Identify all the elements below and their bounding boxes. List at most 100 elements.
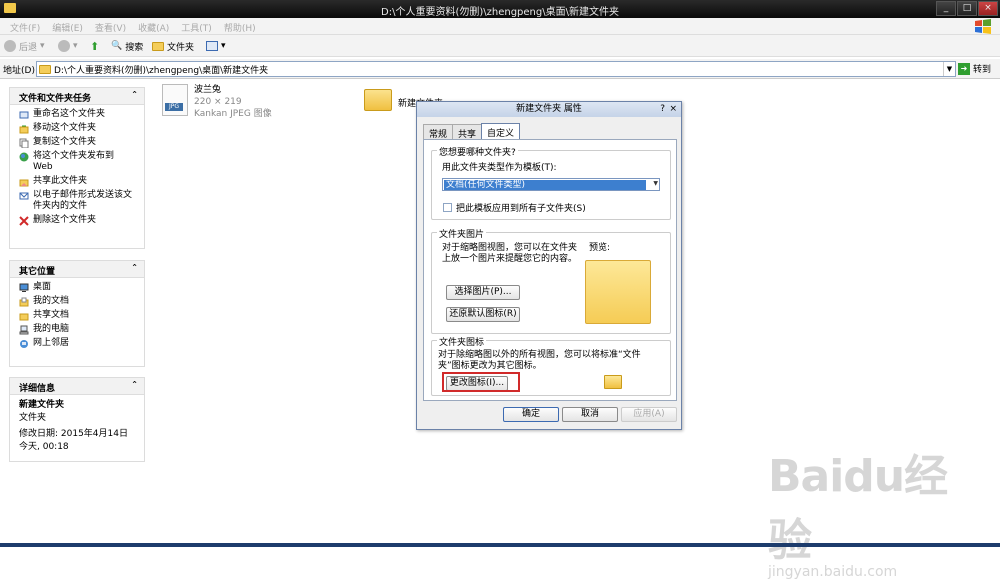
shared-documents-icon [19,313,29,321]
dialog-close-button[interactable]: × [669,102,677,117]
apply-subfolders-checkbox[interactable]: 把此模板应用到所有子文件夹(S) [443,201,586,214]
menu-bar: 文件(F) 编辑(E) 查看(V) 收藏(A) 工具(T) 帮助(H) [0,18,1000,35]
title-bar[interactable]: D:\个人重要资料(勿删)\zhengpeng\桌面\新建文件夹 _ □ × [0,0,1000,18]
restore-default-button[interactable]: 还原默认图标(R) [446,307,520,322]
folder-type-group: 您想要哪种文件夹? 用此文件夹类型作为模板(T): 文档(任何文件类型) ▼ 把… [431,145,671,220]
back-arrow-icon [4,40,16,52]
panel-title: 详细信息 [19,384,56,394]
task-share[interactable]: 共享此文件夹 [19,176,135,187]
task-copy[interactable]: 复制这个文件夹 [19,137,135,148]
close-button[interactable]: × [978,1,998,16]
back-button[interactable]: 后退 ▾ [4,39,45,53]
task-label: 移动这个文件夹 [33,123,97,133]
menu-file[interactable]: 文件(F) [4,18,46,34]
address-bar: 地址(D) D:\个人重要资料(勿删)\zhengpeng\桌面\新建文件夹 ▼… [0,59,1000,79]
folder-icon[interactable] [364,89,392,111]
views-icon [206,41,218,51]
places-panel-header[interactable]: 其它位置 ⌃ [10,261,144,278]
icon-desc: 对于除缩略图以外的所有视图，您可以将标准“文件夹”图标更改为其它图标。 [438,350,641,371]
task-delete[interactable]: 删除这个文件夹 [19,215,135,226]
collapse-icon[interactable]: ⌃ [131,380,138,389]
properties-dialog: 新建文件夹 属性 ? × 常规 共享 自定义 您想要哪种文件夹? 用此文件夹类型… [416,101,682,430]
menu-tools[interactable]: 工具(T) [175,18,218,34]
minimize-button[interactable]: _ [936,1,956,16]
place-my-computer[interactable]: 我的电脑 [19,324,135,335]
task-rename[interactable]: 重命名这个文件夹 [19,109,135,120]
task-label: 以电子邮件形式发送该文件夹内的文件 [33,190,133,211]
back-label: 后退 [19,42,38,53]
dialog-title-bar[interactable]: 新建文件夹 属性 ? × [417,102,681,117]
menu-view[interactable]: 查看(V) [89,18,132,34]
maximize-button[interactable]: □ [957,1,977,16]
place-desktop[interactable]: 桌面 [19,282,135,293]
toolbar: 后退 ▾ ▾ ⬆ 🔍 搜索 文件夹 ▾ [0,35,1000,57]
task-publish-web[interactable]: 将这个文件夹发布到 Web [19,151,135,173]
share-icon [19,179,29,187]
place-my-documents[interactable]: 我的文档 [19,296,135,307]
search-label: 搜索 [125,42,144,53]
task-move[interactable]: 移动这个文件夹 [19,123,135,134]
collapse-icon[interactable]: ⌃ [131,263,138,272]
rename-icon [19,111,29,119]
details-panel-header[interactable]: 详细信息 ⌃ [10,378,144,395]
choose-picture-button[interactable]: 选择图片(P)... [446,285,520,300]
go-arrow-icon: ➜ [958,62,970,75]
forward-arrow-icon [58,40,70,52]
template-select[interactable]: 文档(任何文件类型) ▼ [442,178,660,191]
cancel-button[interactable]: 取消 [562,407,618,422]
task-email[interactable]: 以电子邮件形式发送该文件夹内的文件 [19,190,135,212]
file-dims: 220 × 219 [194,97,242,107]
folders-label: 文件夹 [167,42,195,53]
group-title: 文件夹图片 [437,227,487,240]
folder-icon-group: 文件夹图标 对于除缩略图以外的所有视图，您可以将标准“文件夹”图标更改为其它图标… [431,335,671,396]
place-label: 我的电脑 [33,324,70,334]
collapse-icon[interactable]: ⌃ [131,90,138,99]
template-selected: 文档(任何文件类型) [444,180,646,190]
apply-button[interactable]: 应用(A) [621,407,677,422]
move-icon [19,125,29,134]
search-icon: 🔍 [111,41,123,51]
tasks-panel: 文件和文件夹任务 ⌃ 重命名这个文件夹 移动这个文件夹 复制这个文件夹 将这个文… [9,87,145,249]
file-item-jpg[interactable]: JPG 波兰兔 220 × 219 Kankan JPEG 图像 [162,84,272,120]
chevron-down-icon[interactable]: ▼ [653,180,658,187]
file-name: 波兰兔 [194,85,222,95]
copy-icon [19,138,29,148]
group-title: 文件夹图标 [437,335,487,348]
chevron-down-icon[interactable]: ▼ [943,62,955,76]
place-label: 共享文档 [33,310,70,320]
place-network[interactable]: 网上邻居 [19,338,135,349]
help-button[interactable]: ? [660,102,665,117]
search-button[interactable]: 🔍 搜索 [111,39,143,53]
up-arrow-icon: ⬆ [90,39,100,53]
small-folder-icon [604,375,622,389]
preview-label: 预览: [589,243,611,253]
views-button[interactable]: ▾ [206,39,226,53]
checkbox-box[interactable] [443,203,452,212]
web-publish-icon [19,152,29,162]
watermark-brand: Baidu经验 [768,451,948,566]
address-label: 地址(D) [3,66,35,76]
menu-favorites[interactable]: 收藏(A) [132,18,175,34]
go-button[interactable]: ➜ 转到 [958,62,991,75]
menu-help[interactable]: 帮助(H) [218,18,262,34]
windows-logo-icon [975,19,991,34]
task-label: 重命名这个文件夹 [33,109,106,119]
task-label: 将这个文件夹发布到 Web [33,151,115,172]
place-label: 网上邻居 [33,338,70,348]
menu-edit[interactable]: 编辑(E) [46,18,89,34]
panel-title: 其它位置 [19,267,56,277]
up-folder-button[interactable]: ⬆ [90,39,99,53]
ok-button[interactable]: 确定 [503,407,559,422]
desktop-icon [19,283,29,292]
forward-button[interactable]: ▾ [58,39,78,53]
task-label: 复制这个文件夹 [33,137,97,147]
tasks-panel-header[interactable]: 文件和文件夹任务 ⌃ [10,88,144,105]
network-icon [20,340,28,348]
folders-button[interactable]: 文件夹 [152,39,194,53]
email-icon [19,192,29,200]
detail-name: 新建文件夹 [19,400,65,410]
place-shared-documents[interactable]: 共享文档 [19,310,135,321]
chevron-down-icon: ▾ [221,41,226,51]
jpg-badge: JPG [165,103,183,111]
address-input[interactable]: D:\个人重要资料(勿删)\zhengpeng\桌面\新建文件夹 ▼ [36,61,956,77]
